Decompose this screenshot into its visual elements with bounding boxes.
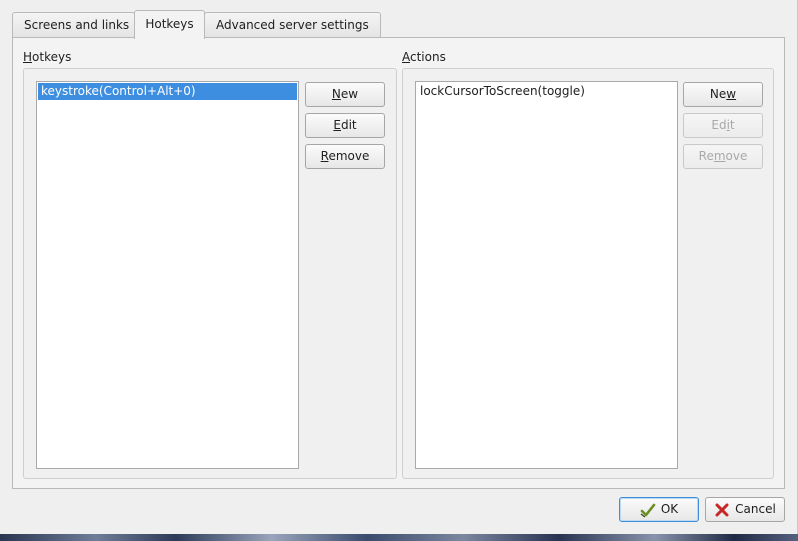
hotkey-new-button[interactable]: New: [305, 82, 385, 107]
action-remove-button[interactable]: Remove: [683, 144, 763, 169]
action-edit-button[interactable]: Edit: [683, 113, 763, 138]
list-item[interactable]: keystroke(Control+Alt+0): [38, 83, 297, 100]
hotkeys-tab-pane: Hotkeys keystroke(Control+Alt+0) New Edi…: [12, 37, 785, 489]
tab-advanced-server-settings[interactable]: Advanced server settings: [204, 12, 381, 37]
ok-checkmark-icon: [640, 503, 656, 518]
hotkey-remove-button[interactable]: Remove: [305, 144, 385, 169]
hotkeys-group: keystroke(Control+Alt+0) New Edit Remove: [23, 68, 397, 479]
action-new-button[interactable]: New: [683, 82, 763, 107]
cancel-button[interactable]: Cancel: [705, 497, 785, 522]
list-item[interactable]: lockCursorToScreen(toggle): [417, 83, 676, 100]
ok-button-label: OK: [660, 502, 679, 516]
actions-group-label: Actions: [402, 50, 446, 64]
cancel-button-label: Cancel: [735, 502, 776, 516]
cancel-x-icon: [715, 503, 729, 516]
tab-hotkeys[interactable]: Hotkeys: [134, 10, 205, 39]
ok-button[interactable]: OK: [619, 497, 699, 522]
tab-screens-and-links[interactable]: Screens and links: [12, 12, 135, 37]
actions-list[interactable]: lockCursorToScreen(toggle): [415, 81, 678, 469]
hotkeys-list[interactable]: keystroke(Control+Alt+0): [36, 81, 299, 469]
server-configuration-dialog: Screens and links Hotkeys Advanced serve…: [0, 0, 798, 534]
desktop-wallpaper: [0, 534, 798, 541]
hotkey-edit-button[interactable]: Edit: [305, 113, 385, 138]
actions-group: lockCursorToScreen(toggle) New Edit Remo…: [402, 68, 774, 479]
hotkeys-group-label: Hotkeys: [23, 50, 72, 64]
